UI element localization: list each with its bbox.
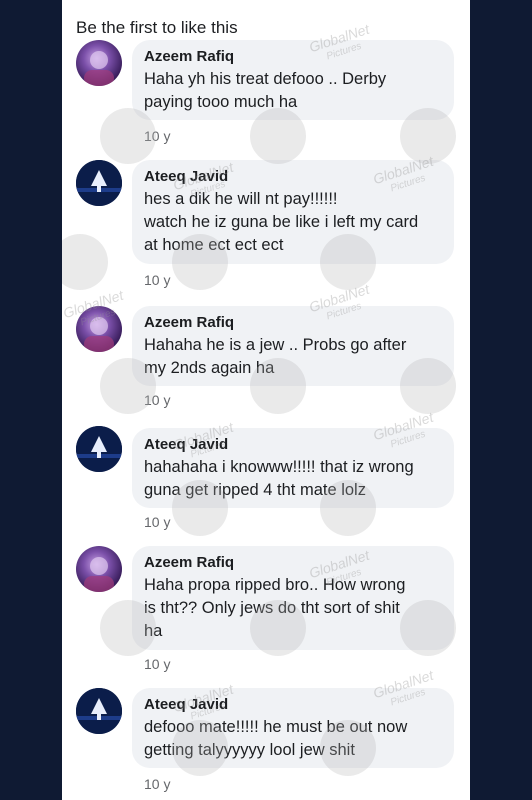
comment-author[interactable]: Azeem Rafiq [144, 554, 442, 572]
avatar-logo[interactable] [76, 426, 122, 472]
comment-text-line: Haha propa ripped bro.. How wrong [144, 576, 406, 594]
likes-summary[interactable]: Be the first to like this [76, 18, 238, 38]
profile-photo-icon [84, 317, 114, 352]
comment-age[interactable]: 10 y [144, 656, 170, 672]
comment-age[interactable]: 10 y [144, 272, 170, 288]
comment-bubble[interactable]: Azeem Rafiq Haha yh his treat defooo .. D… [132, 40, 454, 120]
comment-author[interactable]: Ateeq Javid [144, 168, 442, 186]
comment-bubble[interactable]: Azeem Rafiq Haha propa ripped bro.. How w… [132, 546, 454, 650]
comment-text-line: hes a dik he will nt pay!!!!!! [144, 190, 338, 208]
profile-photo-icon [84, 557, 114, 592]
comment-age[interactable]: 10 y [144, 392, 170, 408]
profile-photo-icon [84, 51, 114, 86]
avatar-logo[interactable] [76, 160, 122, 206]
comment-author[interactable]: Azeem Rafiq [144, 48, 442, 66]
comment-age[interactable]: 10 y [144, 128, 170, 144]
avatar-photo[interactable] [76, 40, 122, 86]
comment-author[interactable]: Azeem Rafiq [144, 314, 442, 332]
comment-text-line: Haha yh his treat defooo .. Derby [144, 70, 387, 88]
watermark-globe-icon [62, 234, 108, 290]
comment-text-line: watch he iz guna be like i left my card [144, 213, 419, 231]
comment-text-line: getting talyyyyyy lool jew shit [144, 741, 355, 759]
comment-author[interactable]: Ateeq Javid [144, 696, 442, 714]
avatar-logo[interactable] [76, 688, 122, 734]
comment-author[interactable]: Ateeq Javid [144, 436, 442, 454]
comment-text-line: guna get ripped 4 tht mate lolz [144, 481, 366, 499]
comment-text-line: is tht?? Only jews do tht sort of shit [144, 599, 400, 617]
avatar-photo[interactable] [76, 306, 122, 352]
comment-bubble[interactable]: Azeem Rafiq Hahaha he is a jew .. Probs g… [132, 306, 454, 386]
comment-text-line: at home ect ect ect [144, 236, 284, 254]
avatar-photo[interactable] [76, 546, 122, 592]
comment-bubble[interactable]: Ateeq Javid defooo mate!!!!! he must be o… [132, 688, 454, 768]
comment-bubble[interactable]: Ateeq Javid hahahaha i knowww!!!!! that i… [132, 428, 454, 508]
comment-text-line: my 2nds again ha [144, 359, 275, 377]
logo-icon [76, 688, 122, 734]
comment-text-line: ha [144, 622, 163, 640]
comment-thread: Be the first to like this Azeem Rafiq Hah… [62, 0, 470, 800]
logo-icon [76, 160, 122, 206]
comment-bubble[interactable]: Ateeq Javid hes a dik he will nt pay!!!!!… [132, 160, 454, 264]
logo-icon [76, 426, 122, 472]
comment-text-line: paying tooo much ha [144, 93, 298, 111]
comment-age[interactable]: 10 y [144, 776, 170, 792]
comment-text-line: Hahaha he is a jew .. Probs go after [144, 336, 407, 354]
comment-text-line: defooo mate!!!!! he must be out now [144, 718, 408, 736]
comment-age[interactable]: 10 y [144, 514, 170, 530]
comment-text-line: hahahaha i knowww!!!!! that iz wrong [144, 458, 414, 476]
